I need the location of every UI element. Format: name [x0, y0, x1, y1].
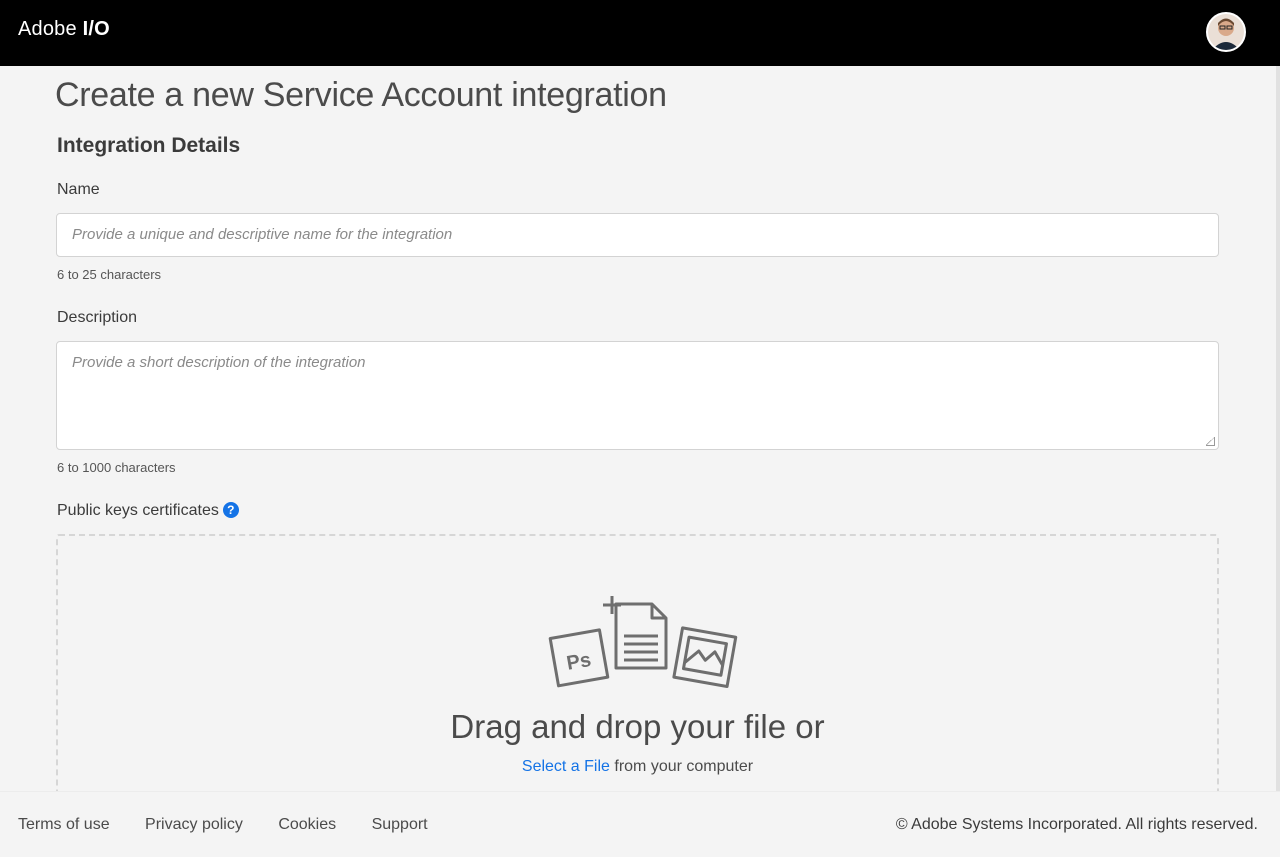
brand-name-bold: I/O: [82, 18, 110, 40]
public-keys-label-text: Public keys certificates: [57, 502, 219, 519]
resize-handle-icon[interactable]: [1206, 437, 1215, 446]
dropzone-subtitle: Select a File from your computer: [58, 758, 1217, 776]
brand-name: Adobe: [18, 18, 77, 40]
top-bar: Adobe I/O: [0, 0, 1280, 66]
description-hint: 6 to 1000 characters: [57, 460, 176, 475]
footer-link-support[interactable]: Support: [372, 816, 428, 833]
brand-logo[interactable]: Adobe I/O: [18, 18, 110, 41]
description-textarea[interactable]: Provide a short description of the integ…: [56, 341, 1219, 450]
description-label: Description: [57, 309, 138, 326]
select-file-link[interactable]: Select a File: [522, 758, 610, 775]
public-keys-label: Public keys certificates?: [57, 502, 239, 520]
upload-files-icon: Ps: [548, 596, 738, 688]
name-label: Name: [57, 181, 100, 198]
footer-links: Terms of use Privacy policy Cookies Supp…: [18, 816, 459, 834]
copyright: © Adobe Systems Incorporated. All rights…: [895, 816, 1258, 833]
footer: Terms of use Privacy policy Cookies Supp…: [0, 791, 1280, 857]
file-dropzone[interactable]: Ps Drag and drop your file or Select a F…: [56, 534, 1219, 791]
footer-link-terms[interactable]: Terms of use: [18, 816, 110, 833]
user-avatar[interactable]: [1206, 12, 1246, 52]
name-input[interactable]: Provide a unique and descriptive name fo…: [56, 213, 1219, 257]
svg-text:Ps: Ps: [565, 649, 593, 675]
dropzone-title: Drag and drop your file or: [450, 708, 825, 745]
dropzone-suffix: from your computer: [609, 758, 754, 775]
section-title: Integration Details: [57, 134, 241, 157]
question-circle-icon[interactable]: ?: [222, 502, 239, 518]
scrollbar[interactable]: [1276, 66, 1280, 791]
description-placeholder: Provide a short description of the integ…: [72, 354, 366, 371]
main-content: Create a new Service Account integration…: [0, 66, 1276, 791]
avatar-icon: [1208, 14, 1244, 50]
footer-link-cookies[interactable]: Cookies: [278, 816, 336, 833]
footer-link-privacy[interactable]: Privacy policy: [145, 816, 243, 833]
name-hint: 6 to 25 characters: [57, 267, 162, 282]
page-title: Create a new Service Account integration: [55, 76, 667, 114]
